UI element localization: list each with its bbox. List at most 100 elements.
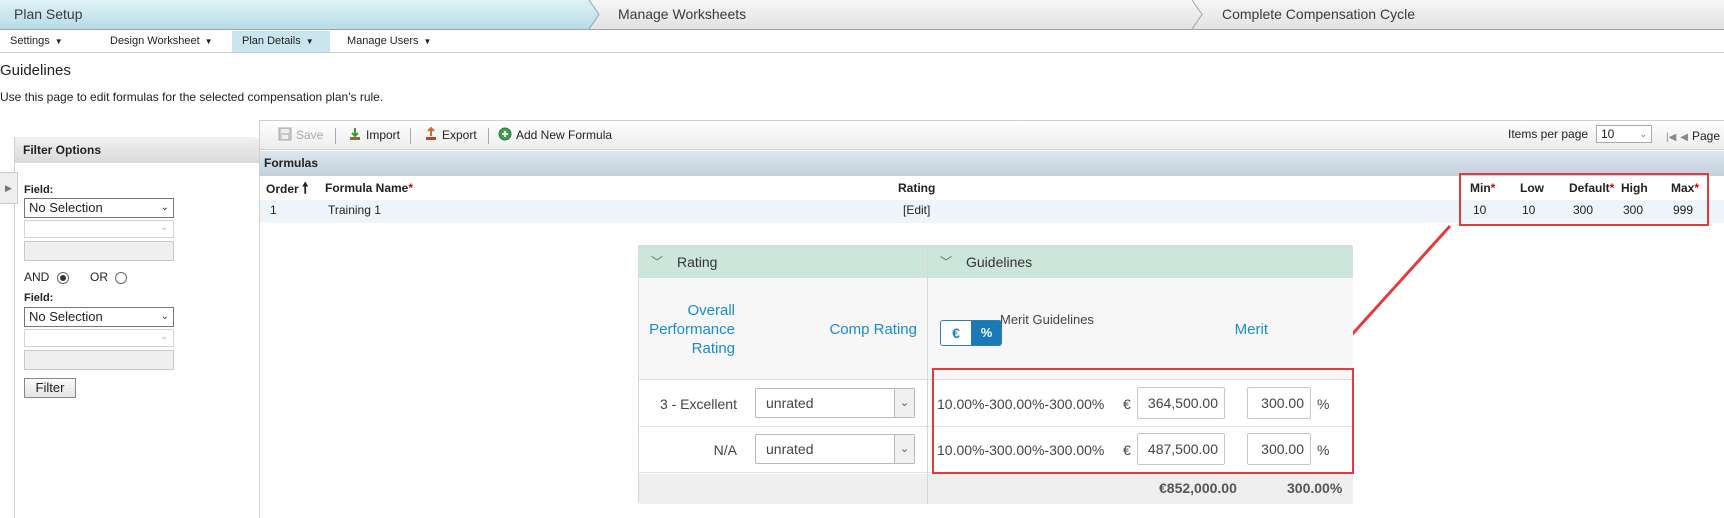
nav-design-worksheet-label: Design Worksheet	[110, 35, 200, 47]
or-label: OR	[90, 270, 109, 284]
merit-guidelines-header: Merit Guidelines	[1000, 312, 1094, 327]
column-order[interactable]: Order 🠕	[266, 177, 308, 200]
guidelines-header[interactable]: ﹀ Guidelines	[928, 246, 1353, 278]
caret-down-icon: ▼	[423, 37, 432, 46]
column-rating: Rating	[898, 181, 936, 195]
merit-header[interactable]: Merit	[1216, 320, 1268, 339]
nav-design-worksheet[interactable]: Design Worksheet ▼	[100, 31, 232, 52]
overall-line-2: Performance	[649, 321, 735, 338]
toolbar: Save Import Export Add New Formula Items…	[260, 120, 1724, 150]
export-label: Export	[442, 128, 477, 142]
toggle-currency[interactable]: €	[941, 321, 971, 345]
save-disk-icon	[278, 127, 292, 141]
field2-value: No Selection	[29, 309, 103, 324]
add-plus-icon	[498, 127, 512, 141]
page-description: Use this page to edit formulas for the s…	[0, 90, 384, 104]
panel-collapse-arrow-icon[interactable]: ▶	[0, 172, 18, 204]
and-or-group: AND OR	[24, 270, 128, 284]
caret-down-icon: ▼	[54, 37, 63, 46]
toolbar-divider	[335, 128, 336, 144]
rating-header-label: Rating	[677, 254, 718, 270]
import-button[interactable]: Import	[348, 121, 400, 151]
comp-rating-select[interactable]: unrated ⌄	[755, 434, 915, 464]
chevron-down-icon: ⌄	[160, 311, 169, 322]
page-title: Guidelines	[0, 62, 71, 79]
first-page-icon[interactable]: |◀	[1666, 132, 1676, 143]
page-label: Page	[1692, 129, 1721, 143]
rating-header[interactable]: ﹀ Rating	[639, 246, 927, 278]
field1-value-input[interactable]	[24, 241, 174, 261]
items-per-page-value: 10	[1601, 127, 1615, 141]
sub-navigation: Settings ▼ Design Worksheet ▼ Plan Details…	[0, 31, 1724, 53]
column-order-label: Order	[266, 182, 299, 196]
add-formula-label: Add New Formula	[516, 128, 613, 142]
highlight-box-range-values	[1459, 173, 1709, 226]
import-icon	[350, 128, 360, 141]
column-formula-name-label: Formula Name	[325, 181, 409, 195]
caret-down-icon: ▼	[204, 37, 213, 46]
field1-select[interactable]: No Selection ⌄	[24, 198, 174, 218]
guidelines-header-label: Guidelines	[966, 254, 1033, 270]
sort-ascending-arrow-icon: 🠕	[302, 180, 309, 197]
column-formula-name: Formula Name*	[325, 177, 413, 200]
row-rating-edit-link[interactable]: [Edit]	[903, 200, 930, 223]
total-percent: 300.00%	[1287, 480, 1343, 496]
rating-row-rating: 3 - Excellent	[659, 396, 737, 412]
nav-plan-details[interactable]: Plan Details ▼	[232, 31, 330, 52]
rating-table-divider	[927, 246, 928, 504]
rating-row-rating: N/A	[713, 442, 737, 458]
nav-manage-users[interactable]: Manage Users ▼	[337, 31, 457, 52]
chevron-down-icon: ⌄	[160, 202, 169, 213]
highlight-box-guideline-rows	[932, 368, 1354, 474]
previous-page-icon[interactable]: ◀	[1680, 132, 1688, 143]
nav-plan-details-label: Plan Details	[242, 35, 301, 47]
field1-operator-select[interactable]: ⌄	[24, 220, 174, 238]
overall-line-3: Rating	[691, 340, 735, 357]
guidelines-subheader: € % Merit Guidelines Merit	[928, 278, 1353, 380]
row-order: 1	[270, 203, 277, 217]
add-new-formula-button[interactable]: Add New Formula	[498, 121, 612, 151]
field2-value-input[interactable]	[24, 350, 174, 370]
currency-percent-toggle[interactable]: € %	[940, 320, 1002, 346]
wizard-bar: Plan Setup Manage Worksheets Complete Co…	[0, 0, 1724, 30]
items-per-page-label: Items per page	[1508, 127, 1589, 141]
filter-button[interactable]: Filter	[24, 378, 76, 398]
toolbar-divider	[410, 128, 411, 144]
chevron-down-icon: ﹀	[940, 255, 953, 269]
save-label: Save	[296, 128, 324, 142]
items-per-page-select[interactable]: 10 ⌄	[1596, 125, 1652, 143]
wizard-step-plan-setup[interactable]: Plan Setup	[0, 0, 600, 29]
comp-rating-value: unrated	[766, 395, 814, 411]
chevron-down-icon: ⌄	[160, 222, 168, 232]
chevron-down-icon: ﹀	[651, 255, 664, 269]
main-border	[259, 120, 260, 518]
field2-select[interactable]: No Selection ⌄	[24, 307, 174, 327]
wizard-step-complete-cycle[interactable]: Complete Compensation Cycle	[1192, 0, 1724, 29]
total-amount: €852,000.00	[1159, 480, 1237, 496]
filter-header: Filter Options	[15, 137, 261, 163]
field2-operator-select[interactable]: ⌄	[24, 329, 174, 347]
field1-label: Field:	[24, 184, 54, 196]
export-button[interactable]: Export	[424, 121, 477, 151]
chevron-down-icon: ⌄	[1639, 129, 1647, 139]
overall-performance-rating-header[interactable]: Overall Performance Rating	[639, 301, 735, 358]
required-mark: *	[408, 181, 414, 195]
chevron-down-icon: ⌄	[894, 389, 914, 417]
or-radio[interactable]	[115, 271, 128, 284]
wizard-separator	[1191, 0, 1203, 29]
row-formula-name[interactable]: Training 1	[328, 200, 381, 223]
comp-rating-value: unrated	[766, 441, 814, 457]
export-icon	[426, 127, 436, 141]
save-button[interactable]: Save	[278, 121, 323, 151]
wizard-step-manage-worksheets[interactable]: Manage Worksheets	[590, 0, 1202, 29]
comp-rating-header[interactable]: Comp Rating	[809, 320, 917, 339]
toolbar-divider	[488, 128, 489, 144]
comp-rating-select[interactable]: unrated ⌄	[755, 388, 915, 418]
nav-settings-label: Settings	[10, 35, 50, 47]
nav-settings[interactable]: Settings ▼	[0, 31, 100, 52]
and-radio[interactable]	[56, 271, 69, 284]
field1-value: No Selection	[29, 200, 103, 215]
and-label: AND	[24, 270, 50, 284]
toggle-percent[interactable]: %	[971, 321, 1001, 345]
chevron-down-icon: ⌄	[894, 435, 914, 463]
